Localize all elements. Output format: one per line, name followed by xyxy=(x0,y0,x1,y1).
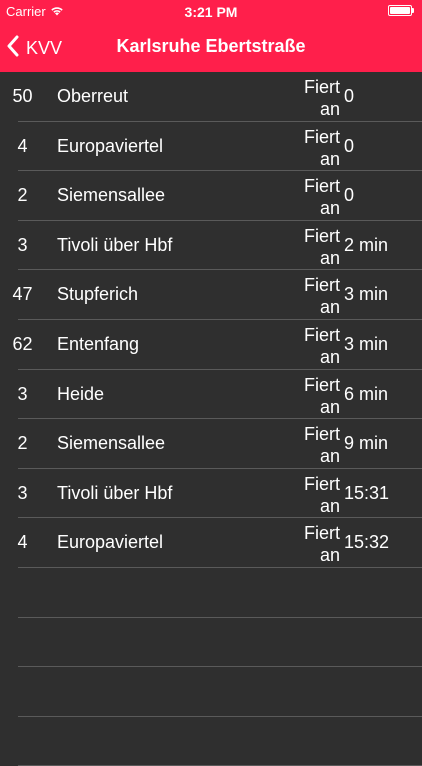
status-line-2: an xyxy=(319,396,340,417)
destination: Siemensallee xyxy=(57,433,166,454)
destination: Heide xyxy=(57,383,105,404)
status-line-1: Fiert xyxy=(304,77,340,97)
empty-row xyxy=(18,618,422,668)
status-line-1: Fiert xyxy=(304,523,340,544)
status-line-2: an xyxy=(319,198,340,219)
status-line-2: an xyxy=(319,346,340,367)
departure-time: 6 min xyxy=(344,383,389,404)
departure-time: 0 xyxy=(344,86,355,106)
departure-time: 2 min xyxy=(344,234,389,255)
line-number: 4 xyxy=(17,135,28,156)
status-line-2: an xyxy=(319,495,340,516)
departure-time: 0 xyxy=(344,185,355,206)
departure-row[interactable]: 50 Oberreut Fiert an 0 xyxy=(12,72,422,122)
departure-time: 3 min xyxy=(344,333,389,354)
departure-status: Fiert an xyxy=(304,126,340,170)
departure-status: Fiert an xyxy=(304,522,340,566)
departure-status: Fiert an xyxy=(304,175,340,219)
line-number: 62 xyxy=(12,333,33,354)
departure-status: Fiert an xyxy=(304,473,340,517)
departure-row[interactable]: 47 Stupferich Fiert an 3 min xyxy=(12,270,422,320)
status-line-2: an xyxy=(319,545,340,566)
departure-status: Fiert an xyxy=(304,225,340,269)
line-number: 2 xyxy=(17,185,28,206)
departure-time: 15:31 xyxy=(344,482,390,503)
destination: Tivoli über Hbf xyxy=(57,234,173,255)
empty-row xyxy=(18,568,422,618)
status-line-1: Fiert xyxy=(304,126,340,147)
status-line-2: an xyxy=(319,446,340,467)
departure-time: 3 min xyxy=(344,284,389,305)
page-title: Karlsruhe Ebertstraße xyxy=(116,36,306,56)
line-number: 4 xyxy=(17,532,28,553)
departure-row[interactable]: 3 Tivoli über Hbf Fiert an 15:31 xyxy=(17,469,422,519)
destination: Tivoli über Hbf xyxy=(57,482,173,503)
line-number: 50 xyxy=(12,86,33,106)
destination: Europaviertel xyxy=(57,135,164,156)
departure-row[interactable]: 2 Siemensallee Fiert an 0 xyxy=(17,171,422,221)
departure-row[interactable]: 3 Tivoli über Hbf Fiert an 2 min xyxy=(17,221,422,271)
destination: Entenfang xyxy=(57,333,140,354)
line-number: 2 xyxy=(17,433,28,454)
status-line-1: Fiert xyxy=(304,275,340,296)
status-line-2: an xyxy=(319,148,340,169)
line-number: 3 xyxy=(17,482,28,503)
departure-status: Fiert an xyxy=(304,423,340,467)
line-number: 3 xyxy=(17,234,28,255)
status-line-1: Fiert xyxy=(304,176,340,197)
departure-time: 0 xyxy=(344,135,355,156)
status-line-2: an xyxy=(319,247,340,268)
departure-row[interactable]: 62 Entenfang Fiert an 3 min xyxy=(12,320,422,370)
departure-status: Fiert an xyxy=(304,274,340,318)
departure-row[interactable]: 2 Siemensallee Fiert an 9 min xyxy=(17,419,422,469)
header: Carrier 3:21 PM KVV Karlsruhe Ebertstraß… xyxy=(0,0,422,72)
line-number: 47 xyxy=(12,284,33,305)
destination: Oberreut xyxy=(57,86,129,106)
departure-list: 50 Oberreut Fiert an 0 4 Europaviertel Fiert an 0… xyxy=(0,72,422,766)
status-line-2: an xyxy=(319,99,340,119)
status-line-1: Fiert xyxy=(304,324,340,345)
departure-row[interactable]: 4 Europaviertel Fiert an 0 xyxy=(17,122,422,172)
destination: Stupferich xyxy=(57,284,139,305)
departure-time: 15:32 xyxy=(344,532,390,553)
departure-time: 9 min xyxy=(344,433,389,454)
departure-row[interactable]: 4 Europaviertel Fiert an 15:32 xyxy=(17,518,422,568)
clock: 3:21 PM xyxy=(184,4,238,20)
departure-status: Fiert an xyxy=(304,76,340,120)
navigation-bar: KVV Karlsruhe Ebertstraße xyxy=(0,24,422,72)
departure-status: Fiert an xyxy=(304,374,340,418)
empty-row xyxy=(18,667,422,717)
line-number: 3 xyxy=(17,383,28,404)
battery-icon xyxy=(388,4,416,19)
destination: Siemensallee xyxy=(57,185,166,206)
status-line-1: Fiert xyxy=(304,225,340,246)
destination: Europaviertel xyxy=(57,532,164,553)
status-line-2: an xyxy=(319,297,340,318)
departure-row[interactable]: 3 Heide Fiert an 6 min xyxy=(17,370,422,420)
status-line-1: Fiert xyxy=(304,424,340,445)
empty-row xyxy=(18,717,422,766)
status-line-1: Fiert xyxy=(304,374,340,395)
status-line-1: Fiert xyxy=(304,473,340,494)
departure-status: Fiert an xyxy=(304,324,340,368)
status-bar: Carrier 3:21 PM xyxy=(0,0,422,24)
